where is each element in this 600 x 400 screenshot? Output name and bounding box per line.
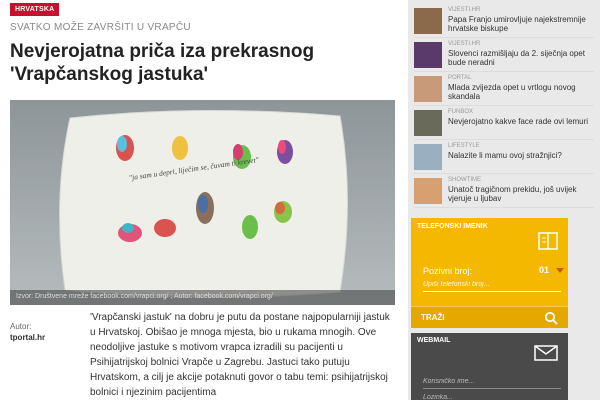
news-title[interactable]: Nevjerojatno kakve face rade ovi lemuri — [448, 117, 592, 126]
right-sidebar: VIJESTI.HR Papa Franjo umirovljuje najek… — [408, 0, 600, 400]
chevron-down-icon[interactable] — [556, 268, 564, 273]
phone-prefix-label: Pozivni broj: — [423, 266, 473, 276]
news-title[interactable]: Mlada zvijezda opet u vrtlogu novog skan… — [448, 83, 592, 101]
news-category: SHOWTIME — [448, 177, 481, 183]
author-name[interactable]: tportal.hr — [10, 333, 45, 342]
envelope-icon — [534, 345, 558, 361]
news-thumbnail[interactable] — [414, 8, 442, 34]
news-item[interactable]: VIJESTI.HR Papa Franjo umirovljuje najek… — [414, 4, 594, 38]
article-body: 'Vrapčanski jastuk' na dobru je putu da … — [90, 312, 390, 398]
news-category: VIJESTI.HR — [448, 41, 481, 47]
phone-number-input[interactable] — [423, 278, 561, 292]
phone-prefix-select[interactable]: 01 — [539, 265, 549, 275]
news-thumbnail[interactable] — [414, 178, 442, 204]
category-badge[interactable]: HRVATSKA — [10, 3, 60, 16]
news-category: PORTAL — [448, 75, 472, 81]
search-button-label: TRAŽI — [421, 313, 445, 322]
phonebook-search-button[interactable]: TRAŽI — [411, 306, 568, 328]
photo-caption: Izvor: Društvene mreže facebook.com/vrap… — [10, 290, 395, 305]
news-thumbnail[interactable] — [414, 76, 442, 102]
username-input[interactable] — [423, 375, 561, 389]
news-title[interactable]: Unatoč tragičnom prekidu, još uvijek vje… — [448, 185, 592, 203]
phonebook-icon — [538, 232, 558, 250]
news-thumbnail[interactable] — [414, 110, 442, 136]
news-item[interactable]: VIJESTI.HR Slovenci razmišljaju da 2. si… — [414, 38, 594, 72]
news-thumbnail[interactable] — [414, 42, 442, 68]
related-news-list: VIJESTI.HR Papa Franjo umirovljuje najek… — [408, 4, 600, 208]
article-kicker: SVATKO MOŽE ZAVRŠITI U VRAPČU — [10, 22, 191, 33]
news-item[interactable]: FUNBOX Nevjerojatno kakve face rade ovi … — [414, 106, 594, 140]
news-item[interactable]: SHOWTIME Unatoč tragičnom prekidu, još u… — [414, 174, 594, 208]
news-item[interactable]: PORTAL Mlada zvijezda opet u vrtlogu nov… — [414, 72, 594, 106]
webmail-widget: WEBMAIL — [411, 333, 568, 400]
search-icon — [544, 311, 558, 325]
phonebook-title: TELEFONSKI IMENIK — [417, 223, 488, 230]
news-item[interactable]: LIFESTYLE Nalazite li mamu ovoj stražnji… — [414, 140, 594, 174]
password-input[interactable] — [423, 391, 561, 400]
webmail-title: WEBMAIL — [417, 337, 451, 344]
author-label: Autor: — [10, 322, 32, 331]
article-photo: "ja sam u depri, liječim se, čuvam ti kr… — [10, 100, 395, 305]
news-thumbnail[interactable] — [414, 144, 442, 170]
news-title[interactable]: Slovenci razmišljaju da 2. siječnja opet… — [448, 49, 592, 67]
news-category: VIJESTI.HR — [448, 7, 481, 13]
news-category: FUNBOX — [448, 109, 474, 115]
news-title[interactable]: Nalazite li mamu ovoj stražnjici? — [448, 151, 592, 160]
news-title[interactable]: Papa Franjo umirovljuje najekstremnije h… — [448, 15, 592, 33]
phonebook-widget: TELEFONSKI IMENIK Pozivni broj: 01 TRAŽI — [411, 218, 568, 328]
article-headline: Nevjerojatna priča iza prekrasnog 'Vrapč… — [10, 41, 315, 85]
pillow-photo-graphic — [10, 100, 395, 305]
article-column: HRVATSKA SVATKO MOŽE ZAVRŠITI U VRAPČU N… — [0, 0, 400, 400]
news-category: LIFESTYLE — [448, 143, 480, 149]
